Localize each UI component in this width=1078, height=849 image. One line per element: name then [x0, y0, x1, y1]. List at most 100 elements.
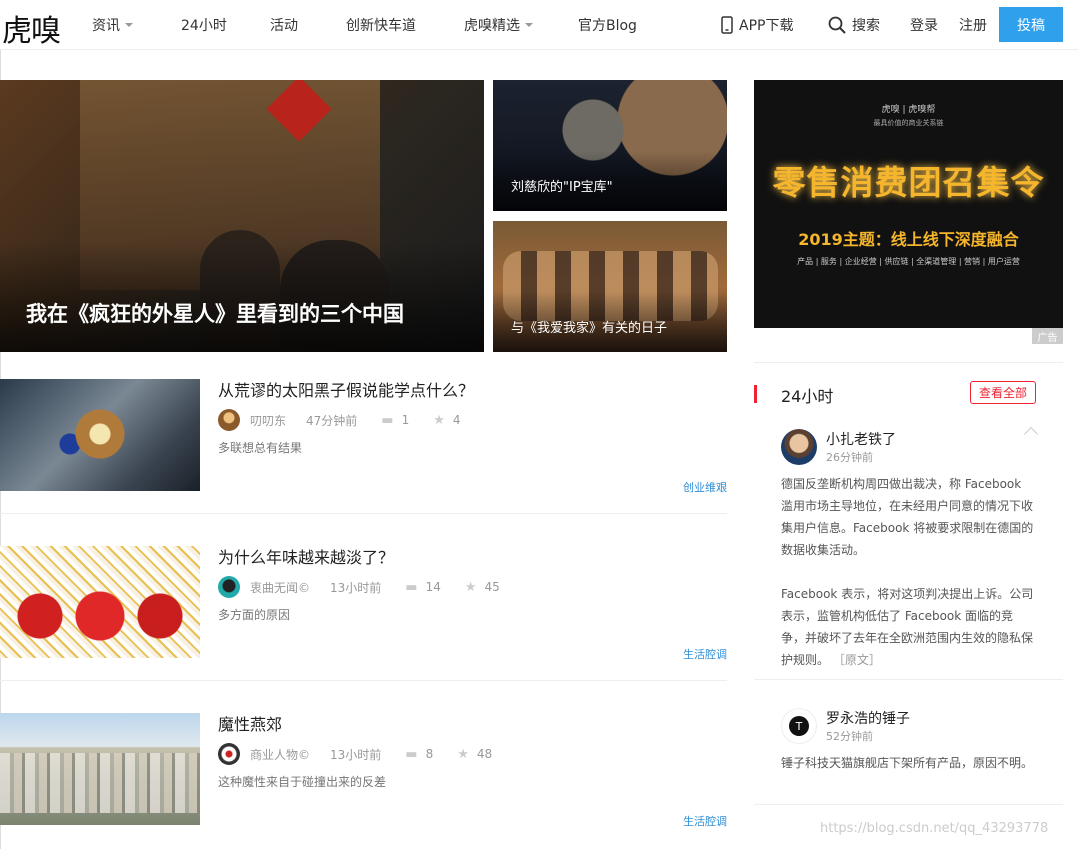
nav-item-blog[interactable]: 官方Blog: [578, 15, 637, 35]
chevron-up-icon[interactable]: [1023, 426, 1039, 442]
feed-divider: [754, 679, 1063, 680]
ad-brand: 虎嗅 | 虎嗅帮: [881, 105, 936, 115]
smartisan-logo-icon: T: [789, 716, 809, 736]
article-tag[interactable]: 创业维艰: [683, 479, 727, 495]
article-summary: 这种魔性来自于碰撞出来的反差: [218, 775, 387, 789]
comment-icon: ▬: [405, 746, 418, 762]
feed-author[interactable]: 罗永浩的锤子: [826, 708, 910, 728]
comment-count: 1: [401, 413, 410, 427]
top-header: 虎嗅 资讯 24小时 活动 创新快车道 虎嗅精选 官方Blog APP下载 搜索…: [0, 0, 1078, 50]
nav-label: 活动: [270, 18, 298, 34]
nav-label: 资讯: [92, 18, 120, 34]
feed-paragraph: 德国反垄断机构周四做出裁决，称 Facebook 滥用市场主导地位，在未经用户同…: [781, 477, 1034, 557]
article-summary: 多联想总有结果: [218, 441, 303, 455]
nav-item-events[interactable]: 活动: [270, 15, 346, 35]
hero-tile-family[interactable]: 与《我爱我家》有关的日子: [493, 221, 727, 352]
feed-time: 26分钟前: [826, 451, 873, 464]
feed-paragraph: Facebook 表示，将对这项判决提出上诉。公司表示，监管机构低估了 Face…: [781, 587, 1034, 667]
panel-24h: 24小时 查看全部 小扎老铁了 26分钟前 德国反垄断机构周四做出裁决，称 Fa…: [754, 362, 1063, 849]
article-item[interactable]: 为什么年味越来越淡了？ 衷曲无闻© 13小时前 ▬ 14 ★ 45 多方面的原因…: [0, 546, 727, 681]
article-item[interactable]: 魔性燕郊 商业人物© 13小时前 ▬ 8 ★ 48 这种魔性来自于碰撞出来的反差…: [0, 713, 727, 848]
register-link[interactable]: 注册: [959, 0, 987, 50]
ad-banner[interactable]: 虎嗅 | 虎嗅帮 最具价值的商业关系链 零售消费团召集令 2019主题：线上线下…: [754, 80, 1063, 328]
comment-icon: ▬: [381, 412, 394, 428]
article-time: 47分钟前: [306, 413, 358, 428]
panel-title: 24小时: [781, 387, 834, 406]
article-meta: 衷曲无闻© 13小时前 ▬ 14 ★ 45: [218, 576, 500, 598]
app-download-label: APP下载: [739, 18, 794, 34]
author-name[interactable]: 商业人物©: [250, 746, 310, 763]
main-nav: 资讯 24小时 活动 创新快车道 虎嗅精选 官方Blog: [92, 0, 637, 50]
article-meta: 叨叨东 47分钟前 ▬ 1 ★ 4: [218, 409, 461, 431]
nav-item-featured[interactable]: 虎嗅精选: [464, 15, 578, 35]
original-link[interactable]: ［原文］: [833, 653, 881, 667]
feed-header: 小扎老铁了 26分钟前: [781, 426, 1039, 465]
favorite-count: 48: [476, 747, 493, 761]
article-thumbnail[interactable]: [0, 379, 200, 491]
nav-item-innovation[interactable]: 创新快车道: [346, 15, 464, 35]
author-avatar[interactable]: [218, 743, 240, 765]
phone-icon: [721, 16, 733, 34]
nav-label: 官方Blog: [578, 18, 637, 34]
feed-paragraph: 锤子科技天猫旗舰店下架所有产品，原因不明。: [781, 756, 1034, 770]
favorite-count: 45: [484, 580, 500, 594]
article-thumbnail[interactable]: [0, 546, 200, 658]
feed-time: 52分钟前: [826, 730, 873, 743]
chevron-down-icon: [125, 23, 133, 27]
article-time: 13小时前: [330, 580, 382, 595]
hero-tile-title[interactable]: 刘慈欣的"IP宝库": [511, 176, 613, 195]
login-link[interactable]: 登录: [910, 0, 938, 50]
feed-text: 德国反垄断机构周四做出裁决，称 Facebook 滥用市场主导地位，在未经用户同…: [781, 473, 1036, 561]
nav-item-24h[interactable]: 24小时: [181, 15, 270, 35]
chevron-down-icon: [525, 23, 533, 27]
article-tag[interactable]: 生活腔调: [683, 813, 727, 829]
comment-count: 14: [425, 580, 441, 594]
ad-tags: 产品 | 服务 | 企业经营 | 供应链 | 全渠道管理 | 营销 | 用户运营: [797, 257, 1020, 266]
hero-tile-title[interactable]: 与《我爱我家》有关的日子: [511, 317, 667, 336]
search-button[interactable]: 搜索: [828, 0, 880, 50]
ad-label: 广告: [1032, 328, 1063, 344]
star-icon: ★: [464, 579, 477, 595]
submit-article-button[interactable]: 投稿: [999, 7, 1063, 42]
hero-tile-ip[interactable]: 刘慈欣的"IP宝库": [493, 80, 727, 211]
article-tag[interactable]: 生活腔调: [683, 646, 727, 662]
hero-gradient: [0, 242, 484, 352]
article-thumbnail[interactable]: [0, 713, 200, 825]
author-name[interactable]: 衷曲无闻©: [250, 579, 310, 596]
star-icon: ★: [433, 412, 445, 428]
ad-headline: 零售消费团召集令: [772, 163, 1045, 202]
hero-main-title[interactable]: 我在《疯狂的外星人》里看到的三个中国: [26, 298, 404, 328]
feed-item: 小扎老铁了 26分钟前 德国反垄断机构周四做出裁决，称 Facebook 滥用市…: [781, 426, 1039, 671]
feed-text: 锤子科技天猫旗舰店下架所有产品，原因不明。: [781, 752, 1036, 774]
author-name[interactable]: 叨叨东: [250, 412, 286, 429]
article-title[interactable]: 为什么年味越来越淡了？: [218, 544, 394, 568]
feed-author[interactable]: 小扎老铁了: [826, 429, 896, 449]
comment-icon: ▬: [405, 579, 418, 595]
panel-accent-bar: [754, 385, 757, 403]
author-avatar[interactable]: [218, 409, 240, 431]
article-title[interactable]: 从荒谬的太阳黑子假说能学点什么？: [218, 377, 474, 401]
article-time: 13小时前: [330, 747, 382, 762]
article-item[interactable]: 从荒谬的太阳黑子假说能学点什么？ 叨叨东 47分钟前 ▬ 1 ★ 4 多联想总有…: [0, 379, 727, 514]
search-icon: [828, 16, 846, 34]
hero-main-card[interactable]: 我在《疯狂的外星人》里看到的三个中国: [0, 80, 484, 352]
feed-header: T 罗永浩的锤子 52分钟前: [781, 708, 1036, 744]
article-title[interactable]: 魔性燕郊: [218, 711, 282, 735]
author-avatar[interactable]: [218, 576, 240, 598]
nav-label: 创新快车道: [346, 18, 416, 34]
article-meta: 商业人物© 13小时前 ▬ 8 ★ 48: [218, 743, 492, 765]
feed-avatar[interactable]: T: [781, 708, 817, 744]
feed-item: T 罗永浩的锤子 52分钟前 锤子科技天猫旗舰店下架所有产品，原因不明。: [781, 708, 1036, 774]
app-download-link[interactable]: APP下载: [721, 0, 793, 50]
comment-count: 8: [425, 747, 434, 761]
article-summary: 多方面的原因: [218, 608, 291, 622]
nav-label: 24小时: [181, 18, 227, 34]
site-logo[interactable]: 虎嗅: [2, 6, 61, 50]
feed-avatar[interactable]: [781, 429, 817, 465]
search-label: 搜索: [852, 18, 880, 34]
watermark: https://blog.csdn.net/qq_43293778: [820, 821, 1049, 836]
nav-item-news[interactable]: 资讯: [92, 15, 181, 35]
feed-divider: [754, 804, 1063, 805]
feed-text: Facebook 表示，将对这项判决提出上诉。公司表示，监管机构低估了 Face…: [781, 583, 1036, 671]
view-all-button[interactable]: 查看全部: [970, 381, 1036, 404]
